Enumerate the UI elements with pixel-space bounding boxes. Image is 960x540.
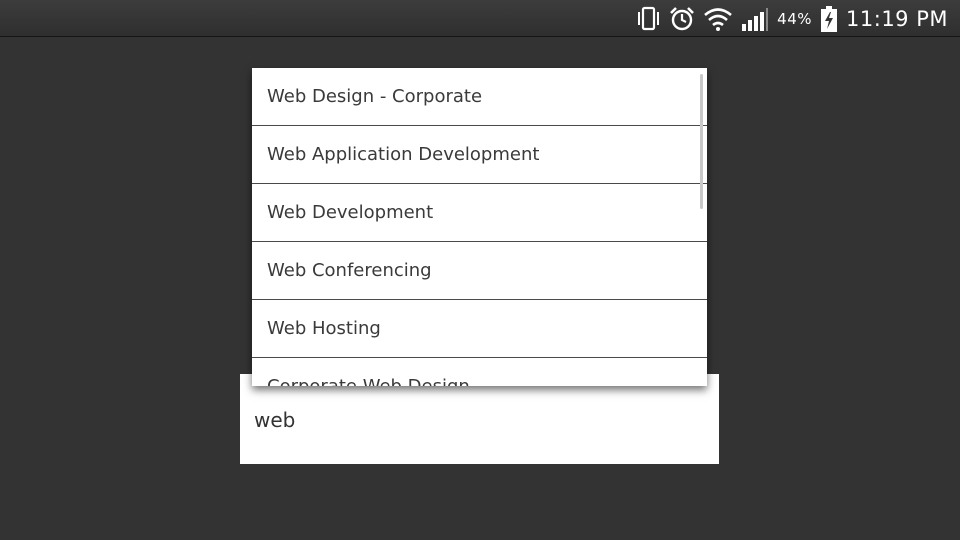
dropdown-scrollbar[interactable] xyxy=(700,74,703,209)
suggestion-item[interactable]: Web Conferencing xyxy=(252,242,707,300)
status-clock: 11:19 PM xyxy=(846,6,948,31)
signal-icon xyxy=(742,7,769,31)
suggestion-item[interactable]: Web Application Development xyxy=(252,126,707,184)
vibrate-icon xyxy=(638,6,660,30)
battery-percent: 44% xyxy=(777,9,813,28)
battery-charging-icon xyxy=(821,5,838,32)
suggestions-list: Web Design - Corporate Web Application De… xyxy=(252,68,707,386)
status-bar: 44% 11:19 PM xyxy=(0,0,960,37)
search-box[interactable] xyxy=(240,374,719,464)
suggestion-item[interactable]: Corporate Web Design xyxy=(252,358,707,386)
alarm-icon xyxy=(670,6,695,30)
wifi-icon xyxy=(704,7,733,31)
suggestions-dropdown[interactable]: Web Design - Corporate Web Application De… xyxy=(252,68,707,386)
status-icons: 44% 11:19 PM xyxy=(635,0,948,37)
suggestion-item[interactable]: Web Design - Corporate xyxy=(252,68,707,126)
search-input[interactable] xyxy=(254,404,694,436)
suggestion-item[interactable]: Web Development xyxy=(252,184,707,242)
suggestion-item[interactable]: Web Hosting xyxy=(252,300,707,358)
